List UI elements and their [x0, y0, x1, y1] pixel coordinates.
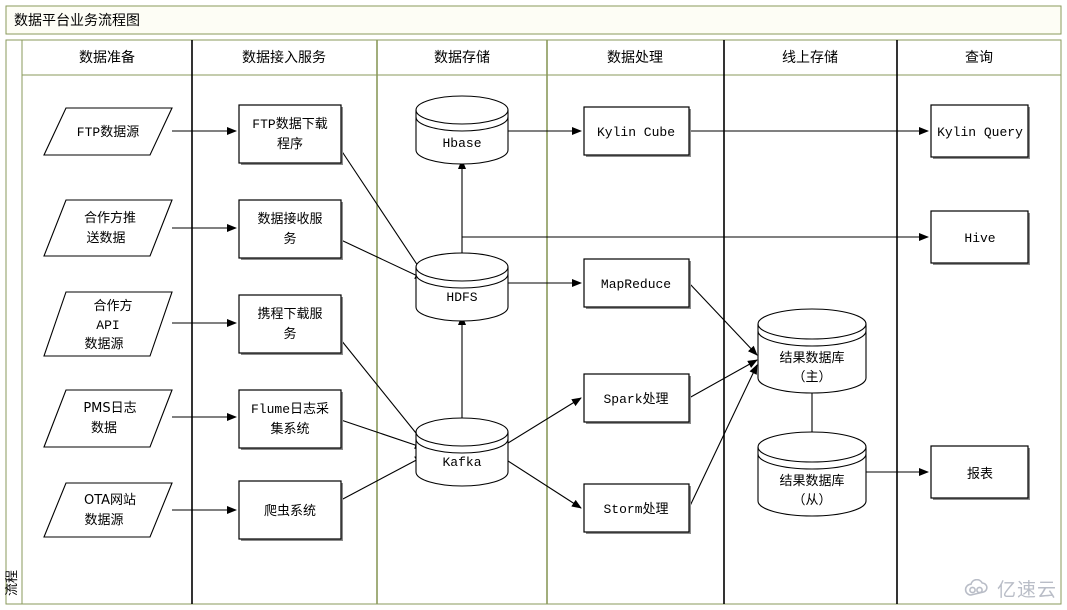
edge-kafka-to-storm [507, 460, 582, 509]
lane-header-storage: 数据存储 [434, 50, 490, 66]
watermark-text: 亿速云 [996, 579, 1057, 601]
node-mapreduce[interactable]: MapReduce [583, 258, 691, 309]
node-label: FTP数据下载 [252, 117, 327, 132]
node-kylin-query[interactable]: Kylin Query [930, 104, 1030, 159]
node-storm[interactable]: Storm处理 [583, 483, 691, 534]
node-label: Hive [964, 231, 995, 246]
node-crawler[interactable]: 爬虫系统 [238, 480, 343, 541]
node-kafka[interactable]: Kafka [415, 417, 509, 487]
edge-flume-to-kafka [340, 419, 425, 449]
flowchart-page: 数据平台业务流程图 流程 数据准备 数据接入服务 数据存储 数据处理 线上存储 … [0, 0, 1067, 610]
node-hive[interactable]: Hive [930, 210, 1030, 265]
node-label: 集系统 [270, 421, 309, 437]
node-label: Kylin Query [937, 125, 1023, 140]
node-flume-collector[interactable]: Flume日志采 集系统 [238, 389, 343, 450]
node-label: Hbase [442, 136, 481, 151]
node-label: 结果数据库 [779, 473, 844, 489]
edge-crawler-to-kafka [340, 455, 425, 501]
page-title: 数据平台业务流程图 [14, 13, 140, 29]
side-label: 流程 [5, 570, 20, 596]
node-label: Flume日志采 [251, 402, 329, 417]
node-label: 数据 [91, 421, 117, 436]
node-label: 务 [283, 326, 296, 342]
cloud-icon [964, 578, 988, 596]
node-result-db-master[interactable]: 结果数据库 （主） [757, 308, 867, 394]
title-bar [5, 5, 1062, 35]
node-label: 送数据 [86, 231, 125, 246]
lane-header-prepare: 数据准备 [79, 49, 135, 66]
node-ftp-downloader[interactable]: FTP数据下载 程序 [238, 104, 343, 165]
edge-xiecheng-dl-to-kafka [340, 339, 425, 444]
node-label: 数据源 [84, 513, 123, 528]
lane-header-online: 线上存储 [782, 50, 838, 66]
node-partner-api[interactable]: 合作方 API 数据源 [43, 291, 173, 357]
edge-ftp-downloader-to-hdfs [340, 149, 425, 276]
node-data-receiver[interactable]: 数据接收服 务 [238, 199, 343, 260]
lane-header-ingest: 数据接入服务 [242, 49, 326, 66]
node-label: 务 [283, 231, 296, 247]
node-label: HDFS [446, 290, 477, 305]
node-label: FTP数据源 [77, 125, 139, 140]
node-kylin-cube[interactable]: Kylin Cube [583, 106, 691, 157]
node-label: MapReduce [601, 277, 671, 292]
node-label: 报表 [967, 467, 993, 482]
lane-header-query: 查询 [965, 50, 993, 66]
node-hdfs[interactable]: HDFS [415, 252, 509, 322]
node-report[interactable]: 报表 [930, 445, 1030, 500]
node-label: 数据源 [84, 337, 123, 352]
node-partner-push[interactable]: 合作方推 送数据 [43, 199, 173, 257]
node-label: OTA网站 [84, 493, 136, 508]
lane-header-process: 数据处理 [607, 50, 663, 66]
node-label: PMS日志 [83, 401, 136, 416]
node-label: Storm处理 [603, 502, 668, 517]
edge-kafka-to-spark [507, 397, 582, 444]
watermark: 亿速云 [962, 575, 1057, 602]
node-label: 程序 [277, 137, 303, 152]
node-pms-log[interactable]: PMS日志 数据 [43, 389, 173, 448]
node-label: （从） [792, 493, 831, 508]
node-label: （主） [792, 370, 831, 385]
node-label: API [96, 318, 119, 333]
node-label: Spark处理 [603, 392, 668, 407]
node-xiecheng-dl[interactable]: 携程下载服 务 [238, 294, 343, 355]
node-label: 合作方推 [84, 210, 136, 226]
edge-storm-to-result-db-master [688, 364, 758, 509]
node-spark[interactable]: Spark处理 [583, 373, 691, 424]
node-label: Kafka [442, 455, 481, 470]
edge-spark-to-result-db-master [688, 359, 758, 399]
node-label: Kylin Cube [597, 125, 675, 140]
node-label: 爬虫系统 [264, 504, 316, 519]
node-label: 数据接收服 [257, 211, 322, 227]
node-label: 携程下载服 [257, 306, 322, 322]
node-ftp-source[interactable]: FTP数据源 [43, 107, 173, 156]
flowchart-canvas: 数据平台业务流程图 流程 数据准备 数据接入服务 数据存储 数据处理 线上存储 … [5, 5, 1062, 605]
node-result-db-slave[interactable]: 结果数据库 （从） [757, 431, 867, 517]
edge-data-receiver-to-hdfs [340, 239, 425, 280]
node-label: 结果数据库 [779, 350, 844, 366]
node-label: 合作方 [93, 298, 132, 314]
edge-mapreduce-to-result-db-master [688, 282, 758, 356]
node-ota-site[interactable]: OTA网站 数据源 [43, 482, 173, 538]
node-hbase[interactable]: Hbase [415, 95, 509, 165]
